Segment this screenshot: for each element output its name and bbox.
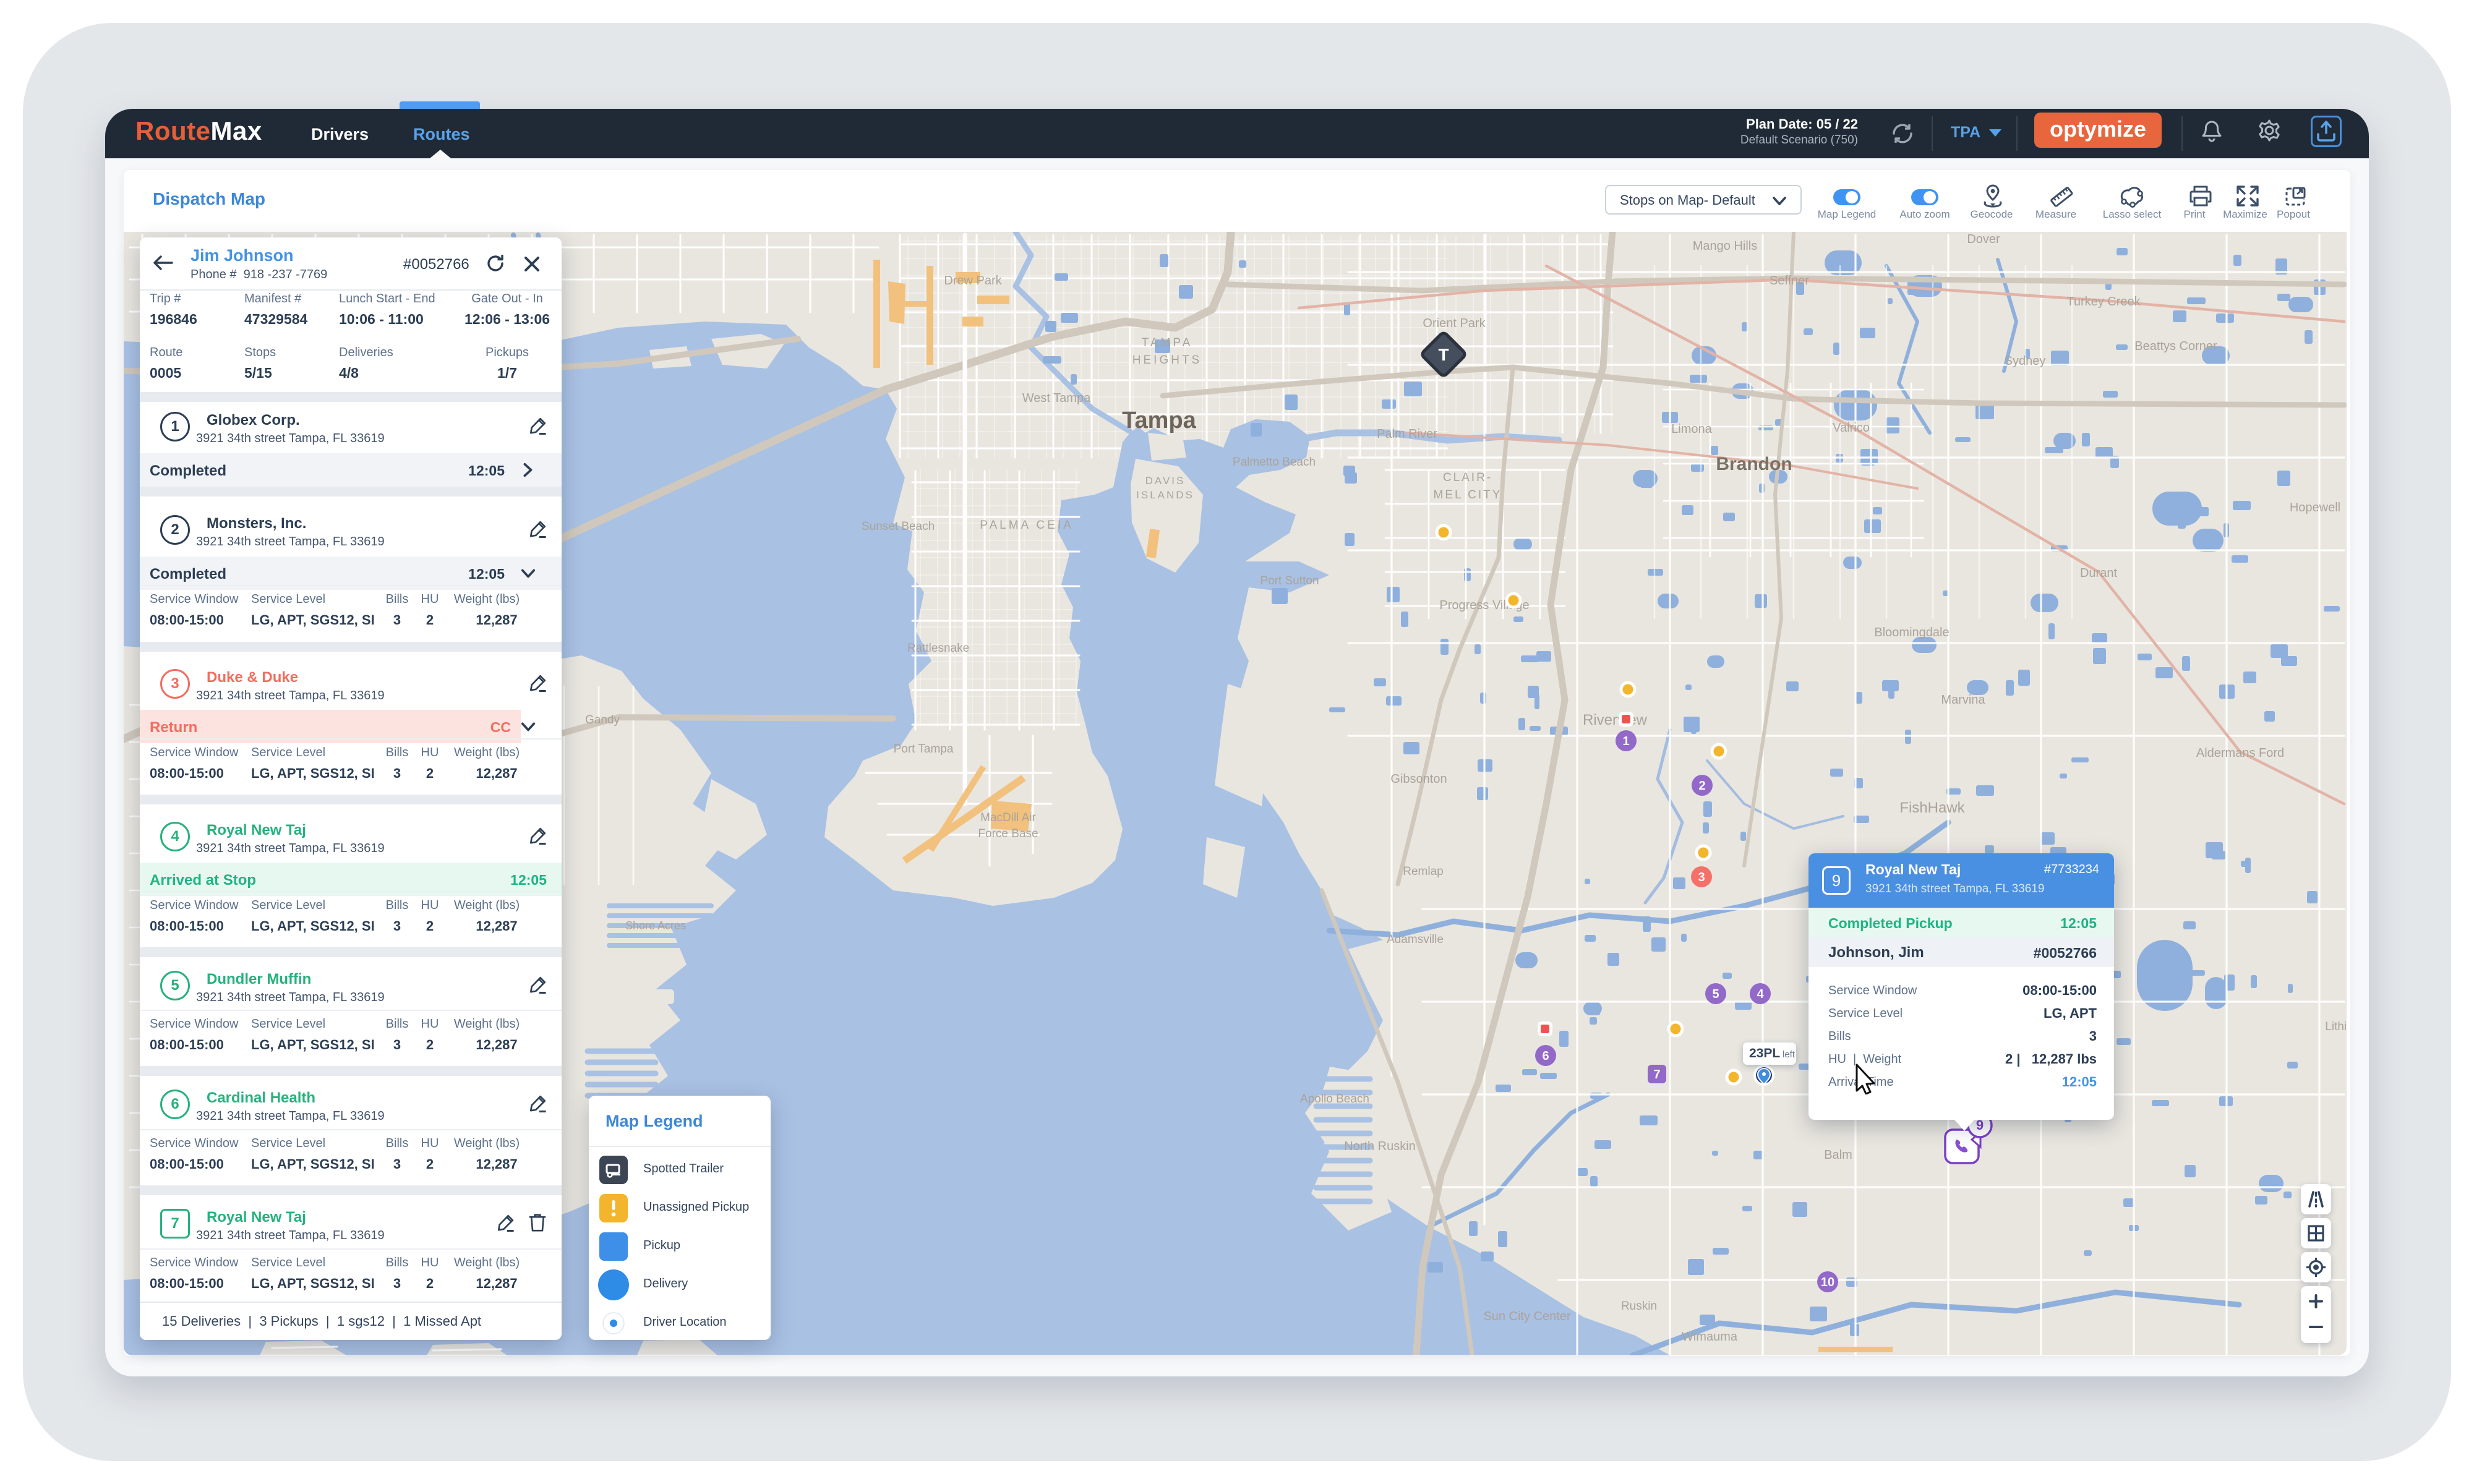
svg-text:Force Base: Force Base (978, 827, 1038, 840)
svg-text:MEL CITY: MEL CITY (1434, 488, 1502, 501)
svg-text:CLAIR-: CLAIR- (1443, 471, 1492, 484)
svg-text:Shore Acres: Shore Acres (625, 919, 686, 932)
svg-text:T: T (1438, 345, 1449, 364)
svg-text:Palm River: Palm River (1377, 427, 1437, 441)
svg-text:Gibsonton: Gibsonton (1390, 772, 1447, 786)
svg-text:FishHawk: FishHawk (1899, 800, 1965, 816)
svg-text:Durant: Durant (2080, 566, 2117, 580)
svg-text:Bloomingdale: Bloomingdale (1874, 626, 1949, 639)
svg-text:Balm: Balm (1824, 1148, 1852, 1162)
svg-text:TAMPA: TAMPA (1142, 336, 1193, 349)
svg-text:23PL: 23PL (1749, 1046, 1780, 1060)
svg-text:10: 10 (1821, 1276, 1834, 1289)
svg-text:Drew Park: Drew Park (944, 274, 1002, 288)
svg-text:Gandy: Gandy (585, 714, 620, 727)
svg-text:Rattlesnake: Rattlesnake (907, 642, 969, 655)
svg-text:Sunset Beach: Sunset Beach (862, 520, 935, 533)
svg-text:West Tampa: West Tampa (1022, 391, 1091, 405)
svg-text:ISLANDS: ISLANDS (1136, 489, 1194, 501)
svg-text:Tampa: Tampa (1122, 407, 1197, 433)
svg-text:Valrico: Valrico (1833, 421, 1870, 435)
svg-text:Wimauma: Wimauma (1682, 1330, 1738, 1344)
svg-text:Beattys Corner: Beattys Corner (2134, 339, 2217, 353)
svg-text:Palmetto Beach: Palmetto Beach (1233, 456, 1316, 469)
svg-text:5: 5 (1712, 987, 1719, 1001)
svg-text:Aldermans Ford: Aldermans Ford (2196, 746, 2284, 760)
svg-text:7: 7 (1653, 1068, 1660, 1081)
svg-text:Turkey Creek: Turkey Creek (2066, 295, 2141, 309)
svg-text:Orient Park: Orient Park (1423, 317, 1486, 330)
svg-text:2: 2 (1698, 779, 1705, 793)
svg-text:Port Tampa: Port Tampa (894, 743, 954, 756)
svg-text:Sun City Center: Sun City Center (1483, 1310, 1571, 1323)
svg-text:North Ruskin: North Ruskin (1344, 1140, 1416, 1153)
svg-text:6: 6 (1542, 1049, 1549, 1063)
svg-text:Hopewell: Hopewell (2290, 501, 2340, 514)
svg-text:Ruskin: Ruskin (1621, 1300, 1657, 1313)
svg-text:4: 4 (1757, 987, 1764, 1001)
svg-text:Apollo Beach: Apollo Beach (1300, 1093, 1369, 1106)
svg-text:Adamsville: Adamsville (1387, 933, 1444, 946)
svg-text:1: 1 (1622, 735, 1629, 748)
svg-text:Seffner: Seffner (1770, 274, 1809, 288)
svg-text:Limona: Limona (1671, 422, 1712, 436)
svg-text:Brandon: Brandon (1716, 454, 1792, 474)
svg-text:Port Sutton: Port Sutton (1260, 574, 1319, 587)
svg-text:PALMA CEIA: PALMA CEIA (980, 519, 1074, 532)
svg-text:Mango Hills: Mango Hills (1693, 239, 1757, 253)
svg-text:Remlap: Remlap (1403, 865, 1443, 878)
svg-text:Riverview: Riverview (1583, 712, 1648, 728)
svg-text:Marvina: Marvina (1941, 693, 1985, 707)
svg-text:DAVIS: DAVIS (1145, 475, 1186, 487)
svg-text:Sydney: Sydney (2005, 354, 2046, 368)
svg-text:MacDill Air: MacDill Air (980, 811, 1036, 824)
svg-text:Dover: Dover (1967, 232, 2000, 246)
svg-text:HEIGHTS: HEIGHTS (1132, 354, 1202, 367)
svg-text:Lithia: Lithia (2325, 1020, 2347, 1033)
svg-text:3: 3 (1698, 871, 1705, 884)
svg-text:left: left (1783, 1049, 1796, 1060)
